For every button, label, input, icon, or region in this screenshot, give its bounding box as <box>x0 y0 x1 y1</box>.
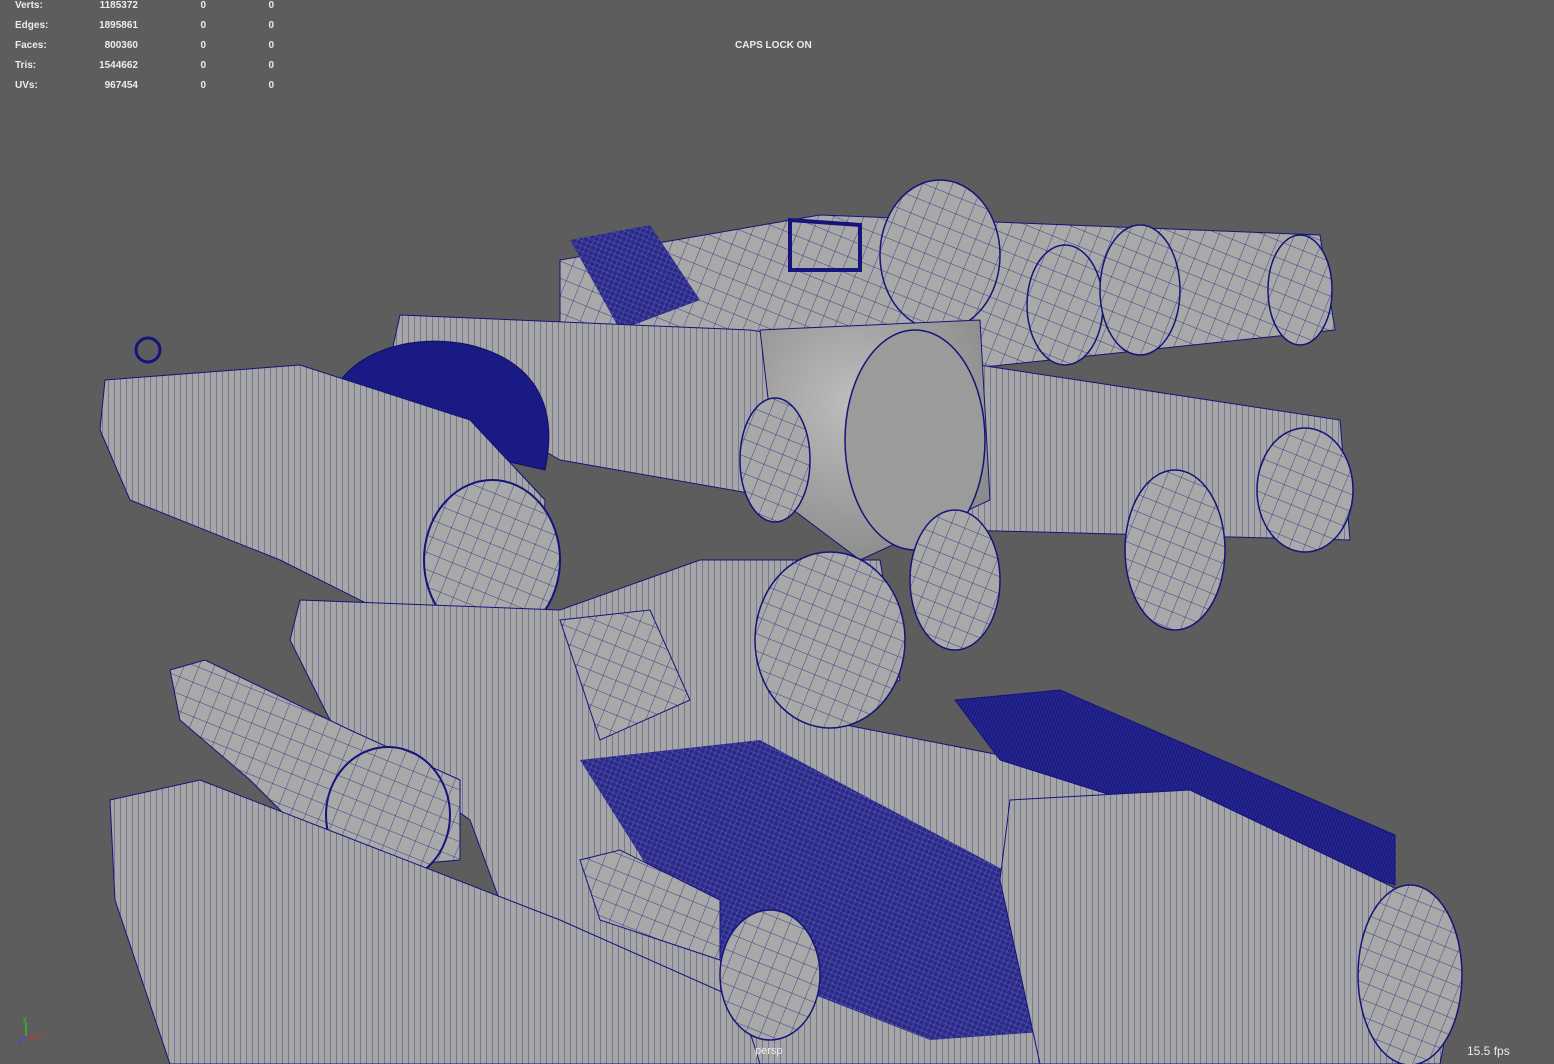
axis-z-label: z <box>18 1039 22 1044</box>
caps-lock-indicator: CAPS LOCK ON <box>735 40 812 51</box>
hud-row-edges: Edges: 1895861 0 0 <box>14 20 274 40</box>
hud-selected: 0 <box>200 60 206 71</box>
mesh-scope-right[interactable] <box>954 689 1463 1064</box>
hud-row-uvs: UVs: 967454 0 0 <box>14 80 274 100</box>
hud-component: 0 <box>268 40 274 51</box>
axis-y-label: y <box>23 1016 27 1023</box>
hud-component: 0 <box>268 80 274 91</box>
hud-component: 0 <box>268 0 274 11</box>
hud-row-faces: Faces: 800360 0 0 <box>14 40 274 60</box>
hud-component: 0 <box>268 60 274 71</box>
hud-label: Verts: <box>15 0 43 11</box>
hud-total: 1895861 <box>99 20 138 31</box>
scene-wireframe-meshes[interactable] <box>0 0 1554 1064</box>
hud-selected: 0 <box>200 0 206 11</box>
hud-total: 967454 <box>104 80 138 91</box>
hud-selected: 0 <box>200 40 206 51</box>
fps-counter: 15.5 fps <box>1467 1044 1510 1058</box>
hud-total: 1544662 <box>99 60 138 71</box>
hud-label: Edges: <box>15 20 49 31</box>
hud-total: 1185372 <box>99 0 138 11</box>
hud-total: 800360 <box>104 40 138 51</box>
poly-count-hud: Verts: 1185372 0 0 Edges: 1895861 0 0 Fa… <box>14 0 274 100</box>
hud-row-verts: Verts: 1185372 0 0 <box>14 0 274 20</box>
hud-label: Tris: <box>15 60 37 71</box>
hud-component: 0 <box>268 20 274 31</box>
hud-selected: 0 <box>200 80 206 91</box>
hud-selected: 0 <box>200 20 206 31</box>
viewport-persp[interactable]: Verts: 1185372 0 0 Edges: 1895861 0 0 Fa… <box>0 0 1554 1064</box>
hud-label: UVs: <box>15 80 38 91</box>
axis-x-label: x <box>38 1031 42 1038</box>
hud-label: Faces: <box>15 40 47 51</box>
hud-row-tris: Tris: 1544662 0 0 <box>14 60 274 80</box>
axis-gizmo-icon: x y z <box>18 1016 42 1044</box>
camera-name-label: persp <box>755 1045 783 1057</box>
